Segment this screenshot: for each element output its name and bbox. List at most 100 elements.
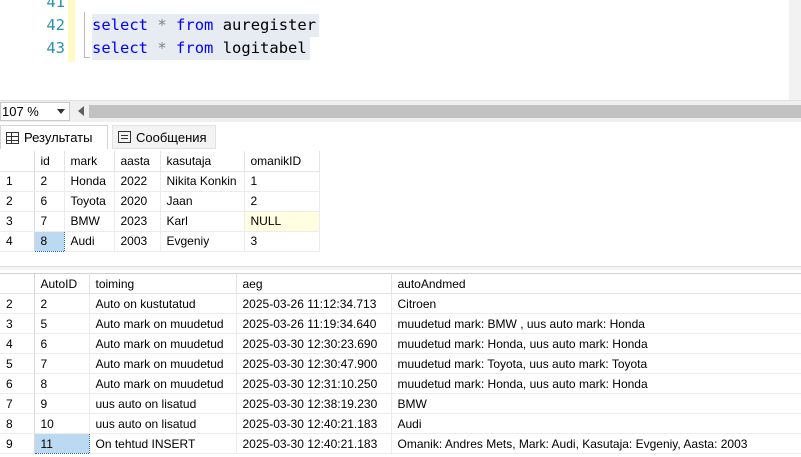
selected-cell[interactable]: 8 — [33, 230, 65, 252]
code-line-42[interactable]: 42 select * from auregister — [0, 14, 780, 37]
column-header-mark[interactable]: mark — [64, 151, 115, 172]
row-number[interactable]: 3 — [0, 313, 35, 334]
row-number[interactable]: 1 — [0, 171, 35, 192]
table-cell[interactable]: 2003 — [114, 231, 161, 252]
result-grid-splitter[interactable] — [0, 266, 801, 270]
table-cell[interactable]: Citroen — [391, 293, 801, 314]
selected-cell[interactable]: 11 — [33, 433, 90, 454]
row-number[interactable]: 3 — [0, 211, 35, 232]
table-cell[interactable]: 2 — [244, 191, 320, 212]
table-cell[interactable]: 7 — [34, 211, 65, 232]
table-cell[interactable]: uus auto on lisatud — [89, 393, 237, 414]
table-cell[interactable]: 2025-03-26 11:19:34.640 — [236, 313, 392, 334]
horizontal-scrollbar-thumb[interactable] — [89, 105, 801, 118]
tab-results[interactable]: Результаты — [0, 125, 108, 149]
table-cell[interactable]: muudetud mark: Toyota, uus auto mark: To… — [391, 353, 801, 374]
table-row[interactable]: 5 7 Auto mark on muudetud 2025-03-30 12:… — [0, 353, 801, 374]
query-editor[interactable]: 41 42 select * from auregister 43 select… — [0, 0, 801, 100]
table-cell[interactable]: muudetud mark: BMW , uus auto mark: Hond… — [391, 313, 801, 334]
row-number[interactable]: 5 — [0, 353, 35, 374]
row-number[interactable]: 2 — [0, 191, 35, 212]
scroll-left-arrow-icon[interactable] — [78, 106, 84, 116]
column-header-id[interactable]: id — [34, 151, 65, 172]
column-header-kasutaja[interactable]: kasutaja — [160, 151, 245, 172]
table-cell[interactable]: Karl — [160, 211, 245, 232]
row-number[interactable]: 9 — [0, 433, 35, 454]
table-cell[interactable]: 2025-03-26 11:12:34.713 — [236, 293, 392, 314]
table-cell[interactable]: Jaan — [160, 191, 245, 212]
table-row[interactable]: 2 6 Toyota 2020 Jaan 2 — [0, 191, 320, 212]
table-cell[interactable]: 2025-03-30 12:31:10.250 — [236, 373, 392, 394]
table-cell[interactable]: 2020 — [114, 191, 161, 212]
table-cell[interactable]: 2023 — [114, 211, 161, 232]
table-cell[interactable]: Nikita Konkin — [160, 171, 245, 192]
table-row[interactable]: 2 2 Auto on kustutatud 2025-03-26 11:12:… — [0, 293, 801, 314]
horizontal-scrollbar[interactable] — [89, 105, 801, 118]
table-cell[interactable]: Omanik: Andres Mets, Mark: Audi, Kasutaj… — [391, 433, 801, 454]
sql-statement[interactable]: select * from auregister — [92, 14, 320, 37]
table-cell[interactable]: Evgeniy — [160, 231, 245, 252]
row-number[interactable]: 7 — [0, 393, 35, 414]
table-cell[interactable]: 2025-03-30 12:30:47.900 — [236, 353, 392, 374]
row-number[interactable]: 4 — [0, 333, 35, 354]
table-cell[interactable]: Auto on kustutatud — [89, 293, 237, 314]
table-cell[interactable]: Auto mark on muudetud — [89, 373, 237, 394]
table-row[interactable]: 8 10 uus auto on lisatud 2025-03-30 12:4… — [0, 413, 801, 434]
code-line-41[interactable]: 41 — [0, 0, 780, 14]
table-row[interactable]: 4 6 Auto mark on muudetud 2025-03-30 12:… — [0, 333, 801, 354]
table-row[interactable]: 9 11 On tehtud INSERT 2025-03-30 12:40:2… — [0, 433, 801, 454]
row-number[interactable]: 6 — [0, 373, 35, 394]
table-cell[interactable]: muudetud mark: Honda, uus auto mark: Hon… — [391, 333, 801, 354]
table-cell[interactable]: 2025-03-30 12:30:23.690 — [236, 333, 392, 354]
table-row[interactable]: 3 5 Auto mark on muudetud 2025-03-26 11:… — [0, 313, 801, 334]
column-header-omanikid[interactable]: omanikID — [244, 151, 320, 172]
table-cell[interactable]: muudetud mark: Honda, uus auto mark: Hon… — [391, 373, 801, 394]
column-header-aasta[interactable]: aasta — [114, 151, 161, 172]
tab-messages[interactable]: Сообщения — [112, 125, 216, 149]
table-cell[interactable]: BMW — [391, 393, 801, 414]
table-cell[interactable]: Auto mark on muudetud — [89, 313, 237, 334]
table-cell[interactable]: 2025-03-30 12:40:21.183 — [236, 433, 392, 454]
vertical-scrollbar[interactable] — [789, 0, 801, 100]
table-cell[interactable]: 5 — [34, 313, 90, 334]
table-row[interactable]: 3 7 BMW 2023 Karl NULL — [0, 211, 320, 232]
table-cell[interactable]: Toyota — [64, 191, 115, 212]
column-header-aeg[interactable]: aeg — [236, 273, 392, 294]
table-cell[interactable]: Audi — [64, 231, 115, 252]
column-header-autoid[interactable]: AutoID — [34, 273, 90, 294]
table-cell[interactable]: BMW — [64, 211, 115, 232]
null-cell[interactable]: NULL — [244, 211, 320, 232]
row-number-header[interactable] — [0, 273, 35, 294]
table-cell[interactable]: 3 — [244, 231, 320, 252]
row-number[interactable]: 2 — [0, 293, 35, 314]
table-cell[interactable]: 1 — [244, 171, 320, 192]
table-cell[interactable]: 7 — [34, 353, 90, 374]
table-row[interactable]: 1 2 Honda 2022 Nikita Konkin 1 — [0, 171, 320, 192]
sql-statement[interactable]: select * from logitabel — [92, 37, 310, 60]
table-row[interactable]: 6 8 Auto mark on muudetud 2025-03-30 12:… — [0, 373, 801, 394]
zoom-dropdown[interactable]: 107 % — [0, 102, 70, 121]
table-row[interactable]: 4 8 Audi 2003 Evgeniy 3 — [0, 230, 320, 252]
row-number-header[interactable] — [0, 151, 35, 172]
table-cell[interactable]: On tehtud INSERT — [89, 433, 237, 454]
table-cell[interactable]: 6 — [34, 191, 65, 212]
table-cell[interactable]: 6 — [34, 333, 90, 354]
table-cell[interactable]: 10 — [34, 413, 90, 434]
code-line-43[interactable]: 43 select * from logitabel — [0, 37, 780, 60]
table-cell[interactable]: Audi — [391, 413, 801, 434]
table-cell[interactable]: 9 — [34, 393, 90, 414]
table-cell[interactable]: Auto mark on muudetud — [89, 353, 237, 374]
row-number[interactable]: 4 — [0, 231, 35, 252]
column-header-toiming[interactable]: toiming — [89, 273, 237, 294]
table-cell[interactable]: uus auto on lisatud — [89, 413, 237, 434]
table-cell[interactable]: Auto mark on muudetud — [89, 333, 237, 354]
column-header-autoandmed[interactable]: autoAndmed — [391, 273, 801, 294]
table-cell[interactable]: 8 — [34, 373, 90, 394]
row-number[interactable]: 8 — [0, 413, 35, 434]
table-cell[interactable]: 2 — [34, 171, 65, 192]
table-cell[interactable]: 2 — [34, 293, 90, 314]
table-cell[interactable]: 2025-03-30 12:38:19.230 — [236, 393, 392, 414]
table-row[interactable]: 7 9 uus auto on lisatud 2025-03-30 12:38… — [0, 393, 801, 414]
table-cell[interactable]: 2025-03-30 12:40:21.183 — [236, 413, 392, 434]
table-cell[interactable]: Honda — [64, 171, 115, 192]
